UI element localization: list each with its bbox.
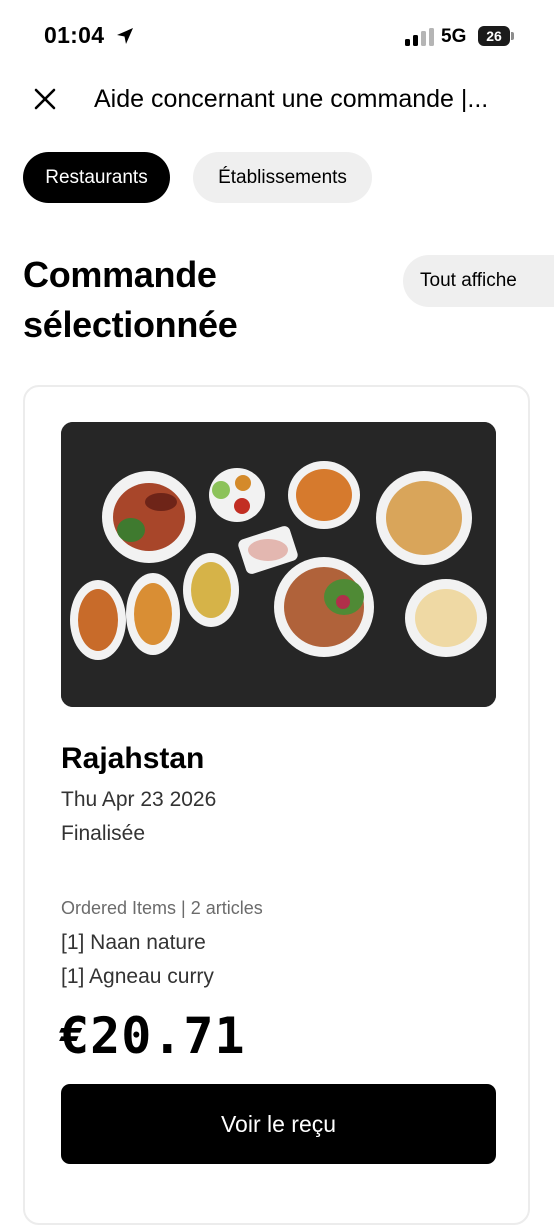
order-card: Rajahstan Thu Apr 23 2026 Finalisée Orde… <box>23 385 530 1225</box>
list-item: [1] Agneau curry <box>61 965 214 988</box>
filter-chip-restaurants[interactable]: Restaurants <box>23 152 170 203</box>
page-title: Aide concernant une commande |... <box>94 85 489 113</box>
battery-level: 26 <box>486 28 502 44</box>
order-total: €20.71 <box>59 1007 246 1065</box>
status-time: 01:04 <box>44 22 105 48</box>
section-title: Commande sélectionnée <box>23 250 238 350</box>
ordered-items-header: Ordered Items | 2 articles <box>61 898 263 918</box>
battery-icon: 26 <box>478 26 514 46</box>
order-date: Thu Apr 23 2026 <box>61 788 217 811</box>
network-label: 5G <box>441 26 467 47</box>
section-title-line1: Commande <box>23 254 217 295</box>
location-arrow-icon <box>117 28 133 44</box>
food-illustration <box>61 422 496 707</box>
status-bar: 01:04 5G 26 <box>0 0 554 72</box>
restaurant-name: Rajahstan <box>61 742 205 775</box>
show-all-button[interactable]: Tout affiche <box>403 255 554 307</box>
list-item: [1] Naan nature <box>61 931 206 954</box>
food-image <box>61 422 496 707</box>
close-icon[interactable] <box>28 82 62 116</box>
signal-icon <box>405 28 434 46</box>
view-receipt-button[interactable]: Voir le reçu <box>61 1084 496 1164</box>
filter-chip-etablissements[interactable]: Établissements <box>193 152 372 203</box>
section-title-line2: sélectionnée <box>23 304 238 345</box>
order-status: Finalisée <box>61 822 146 845</box>
